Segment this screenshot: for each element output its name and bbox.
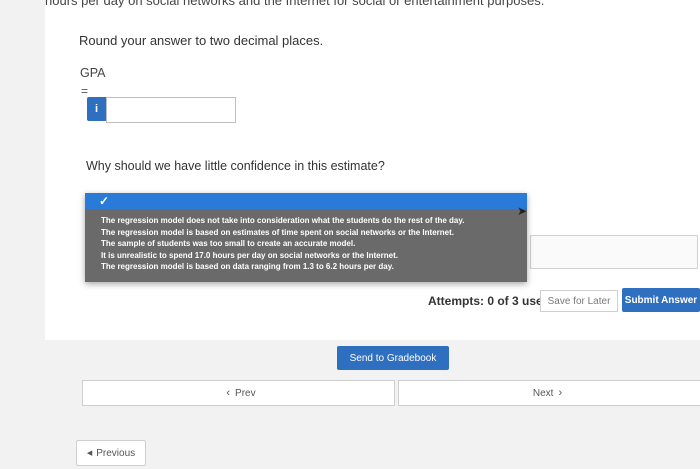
send-to-gradebook-button[interactable]: Send to Gradebook [337,346,449,370]
prev-label: Prev [235,387,256,399]
gpa-label: GPA [80,66,106,80]
answer-dropdown[interactable]: ✓ The regression model does not take int… [85,193,527,282]
dropdown-option[interactable]: The regression model is based on data ra… [101,261,527,273]
info-icon-glyph: i [94,103,99,115]
dropdown-option[interactable]: The regression model does not take into … [101,215,527,227]
chevron-left-icon: ‹ [226,387,231,399]
prev-button[interactable]: ‹ Prev [82,380,395,406]
dropdown-option[interactable]: The regression model is based on estimat… [101,227,527,239]
previous-button[interactable]: ◀ Previous [76,440,146,466]
next-button[interactable]: Next › [398,380,700,406]
gpa-answer-input[interactable] [106,97,236,123]
triangle-left-icon: ◀ [86,450,93,457]
equals-sign: = [81,84,89,98]
mouse-cursor-icon: ➤ [517,204,528,218]
save-for-later-button[interactable]: Save for Later [540,290,618,312]
info-icon[interactable]: i [87,97,106,121]
previous-label: Previous [96,447,136,459]
question-text-top: hours per day on social networks and the… [45,0,545,8]
dropdown-option[interactable]: It is unrealistic to spend 17.0 hours pe… [101,250,527,262]
chevron-right-icon: › [558,387,563,399]
next-label: Next [532,387,554,399]
attempts-counter: Attempts: 0 of 3 used [428,294,551,308]
answer-select-box[interactable] [530,235,698,269]
dropdown-option[interactable]: The sample of students was too small to … [101,238,527,250]
dropdown-selected-option[interactable]: ✓ [85,193,527,209]
submit-answer-button[interactable]: Submit Answer [622,288,700,312]
round-instruction: Round your answer to two decimal places. [79,33,324,48]
check-icon: ✓ [99,194,110,208]
confidence-question: Why should we have little confidence in … [86,159,385,173]
dropdown-options: The regression model does not take into … [85,209,527,273]
